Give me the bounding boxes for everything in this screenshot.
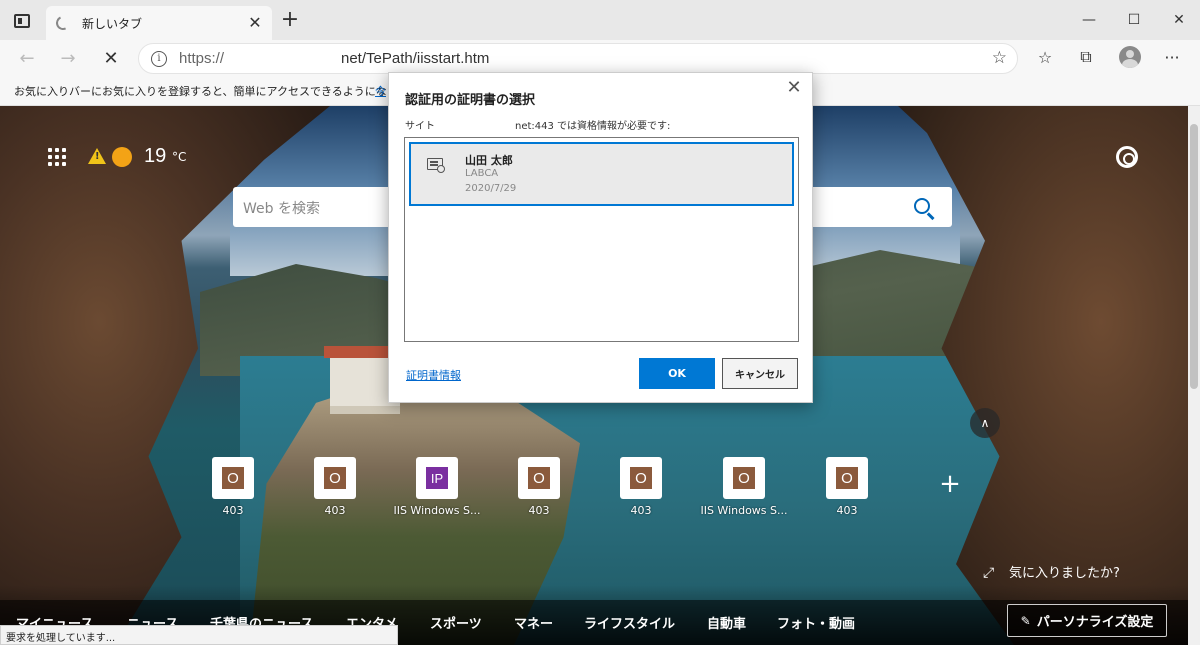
back-button[interactable]: ← [12,44,42,72]
tile-label: IIS Windows S... [700,504,788,517]
tile-label: 403 [630,504,652,517]
certificate-date: 2020/7/29 [465,183,517,194]
tile-letter: O [324,467,346,489]
chevron-up-icon[interactable]: ∧ [970,408,1000,438]
search-icon[interactable] [914,198,930,214]
weather-temperature[interactable]: 19 [144,145,166,168]
tab-title: 新しいタブ [82,16,143,31]
add-quick-link-button[interactable]: + [938,471,962,497]
ok-button[interactable]: OK [639,358,715,389]
quick-link-tile[interactable]: O IIS Windows S... [700,457,788,525]
site-label: サイト [405,121,435,132]
tab-new-tab[interactable]: 新しいタブ ✕ [46,6,272,40]
quick-link-tile[interactable]: IP IIS Windows S... [393,457,481,525]
quick-link-tile[interactable]: O 403 [806,457,886,525]
tile-label: 403 [836,504,858,517]
profile-avatar[interactable] [1119,46,1141,68]
page-scrollbar[interactable] [1188,106,1200,645]
tile-label: IIS Windows S... [393,504,481,517]
certificate-item[interactable]: 山田 太郎 LABCA 2020/7/29 [409,142,794,206]
dialog-title: 認証用の証明書の選択 [405,93,536,108]
cancel-button[interactable]: キャンセル [722,358,798,389]
like-prompt-text: 気に入りましたか? [1009,566,1120,581]
news-tab[interactable]: スポーツ [430,613,482,632]
weather-unit: °C [172,150,187,164]
url-scheme: https:// [179,50,225,67]
like-prompt[interactable]: ⤢ 気に入りましたか? [983,562,1120,581]
address-bar[interactable]: i https:// net/TePath/iisstart.htm ☆ [138,43,1018,74]
certificate-icon [427,158,445,173]
tile-letter: O [733,467,755,489]
stop-button[interactable]: ✕ [96,44,126,72]
apps-grid-icon[interactable] [48,148,66,166]
more-menu-icon[interactable]: ··· [1160,45,1184,69]
certificate-issuer: LABCA [465,168,499,179]
loading-spinner-icon [54,14,72,32]
scroll-thumb[interactable] [1190,124,1198,389]
minimize-button[interactable]: — [1070,0,1108,40]
tab-actions-icon[interactable] [14,14,30,28]
tile-label: 403 [324,504,346,517]
certificate-name: 山田 太郎 [465,154,513,167]
news-tab[interactable]: 自動車 [707,613,746,632]
new-tab-button[interactable]: + [278,8,302,34]
news-tab[interactable]: ライフスタイル [584,613,675,632]
quick-link-tile[interactable]: O 403 [294,457,374,525]
personalize-button[interactable]: ✎ パーソナライズ設定 [1007,604,1167,637]
site-info: net:443 では資格情報が必要です: [515,121,671,132]
window-close-button[interactable]: ✕ [1160,0,1198,40]
quick-link-tile[interactable]: O 403 [600,457,680,525]
add-favorite-icon[interactable]: ☆ [992,48,1007,68]
favorites-bar-link[interactable]: 今 [375,83,386,99]
tab-close-button[interactable]: ✕ [246,14,264,32]
maximize-button[interactable]: ☐ [1115,0,1153,40]
tile-letter: O [630,467,652,489]
page-settings-gear-icon[interactable] [1116,146,1138,168]
status-bar: 要求を処理しています... [0,625,398,645]
news-tab[interactable]: マネー [514,613,553,632]
favorites-bar-message: お気に入りバーにお気に入りを登録すると、簡単にアクセスできるようになります。 [14,85,430,98]
forward-button[interactable]: → [53,44,83,72]
news-tab[interactable]: フォト・動画 [777,613,855,632]
personalize-label: パーソナライズ設定 [1036,615,1154,630]
url-path: net/TePath/iisstart.htm [341,50,490,67]
weather-warning-icon[interactable] [88,148,106,164]
tile-label: 403 [528,504,550,517]
expand-icon: ⤢ [983,565,995,581]
tile-letter: O [836,467,858,489]
certificate-select-dialog: 認証用の証明書の選択 ✕ サイト net:443 では資格情報が必要です: 山田… [388,72,813,403]
weather-sun-icon[interactable] [112,147,132,167]
collections-icon[interactable]: ⧉ [1074,45,1098,69]
tile-letter: O [528,467,550,489]
site-info-icon[interactable]: i [151,51,167,67]
certificate-list[interactable]: 山田 太郎 LABCA 2020/7/29 [404,137,799,342]
favorites-icon[interactable]: ☆ [1033,45,1057,69]
certificate-info-link[interactable]: 証明書情報 [406,367,461,383]
title-bar: 新しいタブ ✕ + — ☐ ✕ [0,0,1200,40]
tile-letter: O [222,467,244,489]
dialog-close-button[interactable]: ✕ [784,78,804,98]
pencil-icon: ✎ [1020,613,1031,628]
tile-label: 403 [222,504,244,517]
quick-link-tile[interactable]: O 403 [498,457,578,525]
tile-letter: IP [426,467,448,489]
quick-link-tile[interactable]: O 403 [192,457,272,525]
search-input[interactable]: Web を検索 [243,198,320,218]
